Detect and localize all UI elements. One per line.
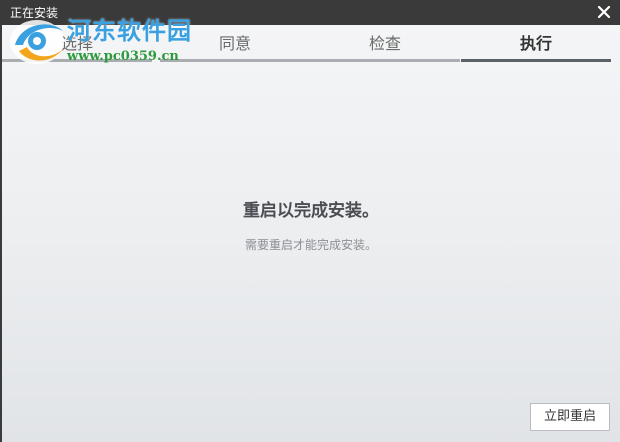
watermark-site-name: 河东软件园 bbox=[67, 16, 192, 45]
restart-now-button[interactable]: 立即重启 bbox=[530, 403, 610, 431]
watermark-site-url: www.pc0359.cn bbox=[67, 49, 179, 64]
step-execute: 执行 bbox=[461, 25, 611, 65]
step-bar bbox=[310, 59, 460, 62]
watermark-logo-icon bbox=[10, 20, 64, 64]
step-label: 检查 bbox=[368, 34, 401, 53]
step-bar bbox=[461, 59, 611, 62]
step-label: 执行 bbox=[519, 34, 552, 53]
installer-window: 正在安装 选择 同意 检查 执行 重启以完成安装。 需要重启才能完成安装。 立即… bbox=[0, 0, 620, 442]
step-check: 检查 bbox=[310, 25, 460, 65]
restart-description: 需要重启才能完成安装。 bbox=[244, 238, 377, 252]
content-area: 选择 同意 检查 执行 重启以完成安装。 需要重启才能完成安装。 立即重启 bbox=[2, 25, 620, 442]
watermark: 河东软件园 www.pc0359.cn bbox=[7, 15, 207, 71]
restart-heading: 重启以完成安装。 bbox=[243, 201, 379, 221]
close-icon bbox=[597, 5, 611, 19]
close-button[interactable] bbox=[595, 3, 613, 21]
